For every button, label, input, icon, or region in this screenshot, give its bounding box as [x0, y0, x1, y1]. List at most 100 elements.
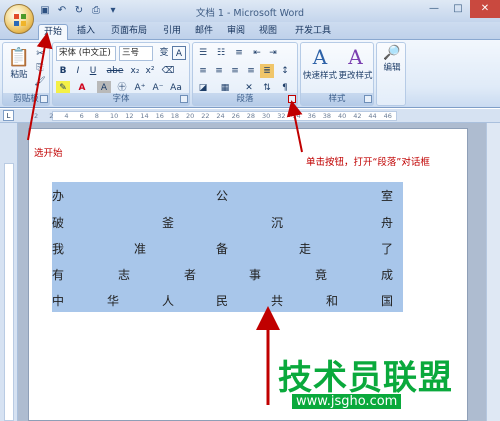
ruler-tick-label: 18: [170, 112, 180, 120]
horizontal-ruler[interactable]: L 2 2 4 6 8 10 12 14 16 18 20 22 24 26 28 30 32 34 36 38 40 4…: [0, 109, 500, 123]
line-spacing-icon[interactable]: ↕: [278, 64, 292, 78]
ruler-tick-label: 24: [216, 112, 225, 120]
ruler-tick-label: 20: [186, 112, 195, 120]
clear-format-icon[interactable]: ⌫: [161, 64, 175, 78]
maximize-button[interactable]: □: [446, 0, 470, 18]
char: 竟: [315, 268, 328, 282]
text-line-5[interactable]: 中 华 人 民 共 和 国: [52, 292, 403, 310]
styles-launcher-button[interactable]: [364, 95, 372, 103]
font-size-select[interactable]: 三号: [119, 46, 153, 61]
window-controls: — □ ✕: [422, 0, 500, 18]
char: 备: [216, 242, 229, 256]
decrease-indent-icon[interactable]: ⇤: [250, 46, 264, 60]
char: 我: [52, 242, 65, 256]
ruler-tick-label: 12: [125, 112, 134, 120]
bullets-icon[interactable]: ☰: [196, 46, 210, 60]
char: 室: [381, 189, 394, 203]
title-bar: ▣ ↶ ↻ ⎙ ▾ 文档 1 - Microsoft Word — □ ✕: [0, 0, 500, 22]
font-name-select[interactable]: 宋体 (中文正): [56, 46, 116, 61]
ruler-tick-label: 26: [231, 112, 240, 120]
char: 公: [216, 189, 229, 203]
ruler-marks: 2 2 4 6 8 10 12 14 16 18 20 22 24 26 28 30 32 34 36 38 40 42 4…: [34, 112, 472, 121]
styles-group-label: 样式: [301, 93, 373, 105]
char: 者: [184, 268, 197, 282]
clipboard-launcher-button[interactable]: [40, 95, 48, 103]
char: 走: [299, 242, 312, 256]
text-line-4[interactable]: 有 志 者 事 竟 成: [52, 266, 403, 284]
distributed-icon[interactable]: ≣: [260, 64, 274, 78]
tab-developer[interactable]: 开发工具: [290, 24, 336, 40]
minimize-button[interactable]: —: [422, 0, 446, 18]
align-center-icon[interactable]: ≡: [212, 64, 226, 78]
annotation-click-button: 单击按钮，打开“段落”对话框: [306, 157, 430, 168]
char: 和: [326, 294, 339, 308]
align-left-icon[interactable]: ≡: [196, 64, 210, 78]
text-line-1[interactable]: 办 公 室: [52, 187, 403, 205]
bold-button[interactable]: B: [56, 64, 70, 78]
tab-selector-icon[interactable]: L: [3, 110, 14, 121]
annotation-select-start: 选开始: [34, 148, 63, 159]
ruler-tick-label: 46: [383, 112, 392, 120]
underline-button[interactable]: U: [86, 64, 100, 78]
multilevel-list-icon[interactable]: ≡: [232, 46, 246, 60]
font-group-label: 字体: [53, 93, 189, 105]
format-painter-icon[interactable]: 🖌: [33, 75, 47, 89]
increase-indent-icon[interactable]: ⇥: [266, 46, 280, 60]
clipboard-group: 📋 粘贴 ✂ ⎘ 🖌 剪贴板: [2, 42, 50, 106]
text-line-2[interactable]: 破 釜 沉 舟: [52, 214, 403, 232]
cut-icon[interactable]: ✂: [33, 47, 47, 61]
office-logo-icon: [14, 14, 26, 26]
ruler-tick-label: 28: [246, 112, 256, 120]
watermark-text: 技术员联盟: [278, 358, 453, 398]
paste-button[interactable]: 📋 粘贴: [7, 47, 31, 80]
tab-insert[interactable]: 插入: [72, 24, 100, 40]
ruler-tick-label: 42: [353, 112, 362, 120]
ruler-tick-label: 34: [292, 112, 301, 120]
ribbon-tabs: 开始 插入 页面布局 引用 邮件 审阅 视图 开发工具: [0, 22, 500, 40]
tab-view[interactable]: 视图: [254, 24, 282, 40]
tab-page-layout[interactable]: 页面布局: [106, 24, 152, 40]
quick-styles-button[interactable]: A 快速样式: [303, 45, 337, 81]
paragraph-launcher-button[interactable]: [288, 95, 296, 103]
change-styles-icon: A: [348, 45, 363, 69]
tab-home[interactable]: 开始: [38, 24, 69, 40]
vertical-scrollbar[interactable]: [486, 123, 500, 421]
phonetic-guide-icon[interactable]: 变: [157, 46, 171, 60]
justify-icon[interactable]: ≡: [244, 64, 258, 78]
tab-review[interactable]: 审阅: [222, 24, 250, 40]
editing-button[interactable]: 🔎 编辑: [379, 45, 405, 73]
char: 民: [216, 294, 229, 308]
char: 成: [381, 268, 394, 282]
superscript-button[interactable]: x²: [143, 64, 157, 78]
char: 沉: [271, 216, 284, 230]
italic-button[interactable]: I: [71, 64, 85, 78]
editing-group: 🔎 编辑: [376, 42, 406, 106]
char-border-icon[interactable]: A: [172, 46, 186, 60]
char: 办: [52, 189, 65, 203]
ruler-tick-label: 2: [49, 112, 54, 120]
tab-references[interactable]: 引用: [158, 24, 186, 40]
char: 事: [249, 268, 262, 282]
find-icon: 🔎: [383, 45, 401, 61]
ruler-tick-label: 6: [79, 112, 84, 120]
ruler-tick-label: 36: [307, 112, 316, 120]
tab-mailings[interactable]: 邮件: [190, 24, 218, 40]
ruler-tick-label: 38: [322, 112, 332, 120]
watermark-url: www.jsgho.com: [292, 394, 402, 409]
close-button[interactable]: ✕: [470, 0, 500, 18]
change-styles-button[interactable]: A 更改样式: [338, 45, 373, 81]
char: 舟: [381, 216, 394, 230]
align-right-icon[interactable]: ≡: [228, 64, 242, 78]
ruler-tick-label: 10: [110, 112, 119, 120]
text-line-3[interactable]: 我 准 备 走 了: [52, 240, 403, 258]
char: 志: [118, 268, 131, 282]
char: 有: [52, 268, 65, 282]
subscript-button[interactable]: x₂: [128, 64, 142, 78]
vertical-ruler[interactable]: [0, 123, 18, 421]
office-button[interactable]: [4, 4, 34, 34]
font-launcher-button[interactable]: [180, 95, 188, 103]
copy-icon[interactable]: ⎘: [33, 61, 47, 75]
strikethrough-button[interactable]: abe: [105, 64, 125, 78]
numbering-icon[interactable]: ☷: [214, 46, 228, 60]
char: 准: [134, 242, 147, 256]
